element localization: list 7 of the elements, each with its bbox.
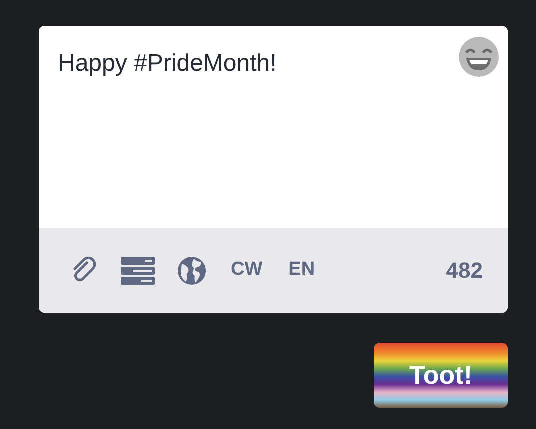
poll-icon[interactable] (121, 256, 155, 284)
toolbar-button[interactable]: EN (288, 256, 316, 285)
toolbar-button[interactable]: CW (231, 256, 263, 285)
character-count: 482 (446, 257, 483, 285)
toot-button[interactable]: Toot! (374, 343, 508, 408)
emoji-icon[interactable] (458, 36, 500, 78)
globe-icon[interactable] (177, 256, 207, 286)
